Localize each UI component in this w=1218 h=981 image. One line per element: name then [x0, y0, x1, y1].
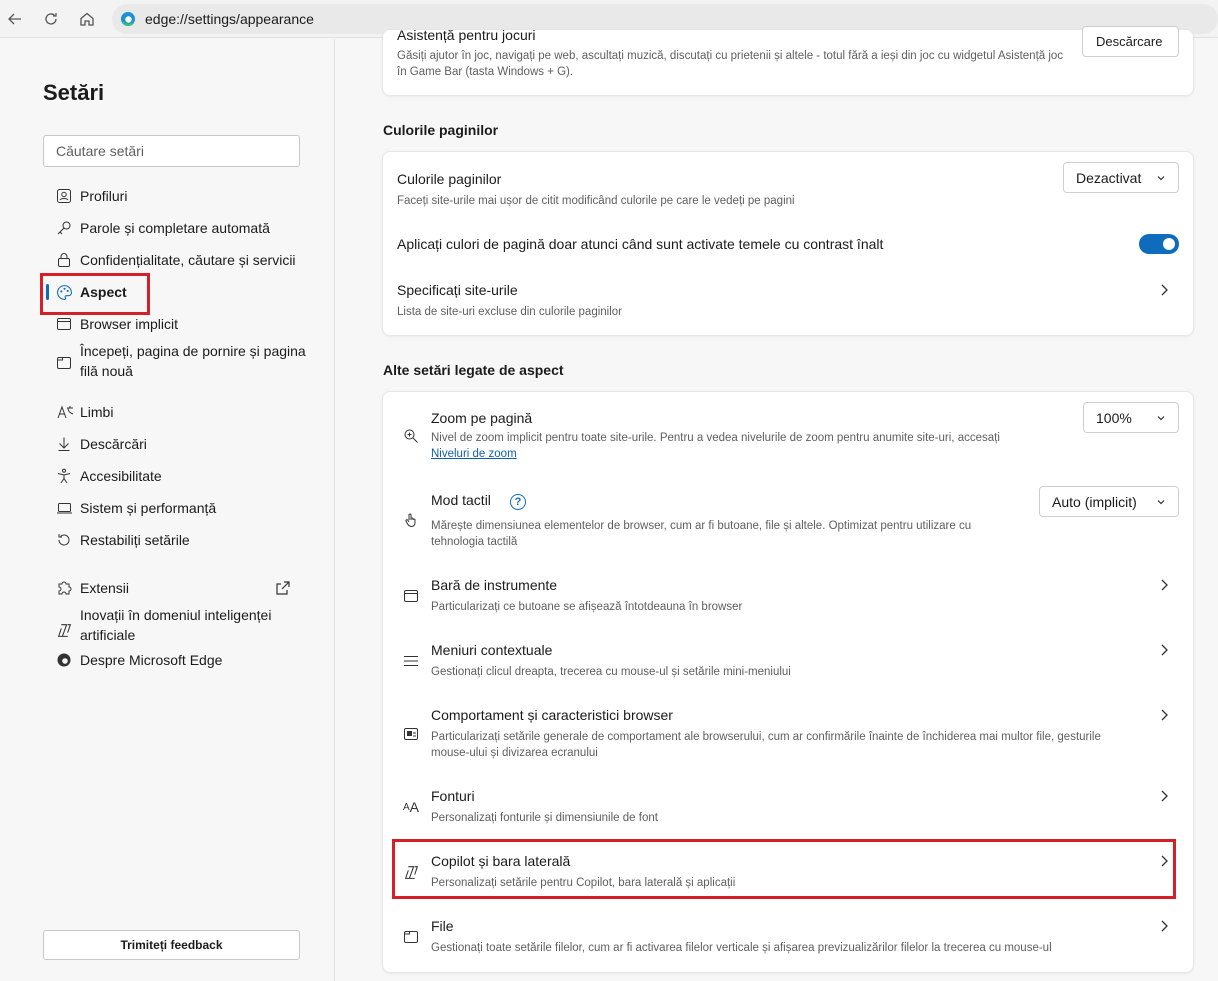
toolbar-icon	[401, 586, 421, 606]
page-colors-dropdown[interactable]: Dezactivat	[1063, 162, 1179, 193]
zoom-desc: Nivel de zoom implicit pentru toate site…	[431, 432, 1000, 460]
sidebar-item-languages[interactable]: Limbi	[50, 402, 310, 422]
settings-content: Asistență pentru jocuri Găsiți ajutor în…	[336, 26, 1218, 981]
gaming-assist-title: Asistență pentru jocuri	[397, 27, 536, 43]
zoom-dropdown[interactable]: 100%	[1083, 402, 1179, 433]
browser-icon	[50, 314, 80, 334]
specify-sites-title[interactable]: Specificați site-urile	[397, 282, 518, 298]
laptop-icon	[50, 498, 80, 518]
chevron-down-icon	[1157, 500, 1165, 505]
highlight-box-aspect	[40, 273, 150, 315]
tabs-desc: Gestionați toate setările filelor, cum a…	[431, 942, 1052, 954]
sidebar-item-accessibility[interactable]: Accesibilitate	[50, 466, 310, 486]
external-link-icon[interactable]	[275, 580, 291, 596]
gaming-assist-card: Asistență pentru jocuri Găsiți ajutor în…	[382, 26, 1194, 96]
highlight-box-copilot	[392, 839, 1176, 899]
browser-behavior-title[interactable]: Comportament și caracteristici browser	[431, 707, 673, 723]
settings-sidebar: Setări Profiluri Parole și completare au…	[0, 39, 335, 981]
profile-icon	[50, 186, 80, 206]
zoom-title: Zoom pe pagină	[431, 410, 533, 426]
sidebar-item-passwords[interactable]: Parole și completare automată	[50, 218, 310, 238]
fonts-desc: Personalizați fonturile și dimensiunile …	[431, 812, 658, 824]
zoom-icon	[401, 426, 421, 446]
context-menus-desc: Gestionați clicul dreapta, trecerea cu m…	[431, 666, 791, 678]
edge-logo-icon	[121, 12, 135, 26]
chevron-down-icon	[1157, 176, 1165, 181]
page-colors-desc: Faceți site-urile mai ușor de citit modi…	[397, 195, 795, 207]
page-colors-title: Culorile paginilor	[397, 171, 502, 187]
menu-lines-icon	[401, 651, 421, 671]
puzzle-icon	[50, 578, 80, 598]
gaming-assist-desc: Găsiți ajutor în joc, navigați pe web, a…	[397, 50, 1064, 78]
sidebar-item-ai-innovations[interactable]: Inovații în domeniul inteligenței artifi…	[50, 605, 310, 645]
download-icon	[50, 434, 80, 454]
zoom-levels-link[interactable]: Niveluri de zoom	[431, 448, 517, 460]
back-arrow-icon	[8, 13, 21, 25]
copilot-icon	[50, 605, 80, 645]
specify-sites-desc: Lista de site-uri excluse din culorile p…	[397, 306, 623, 318]
sidebar-item-system-performance[interactable]: Sistem și performanță	[50, 498, 310, 518]
settings-title: Setări	[43, 80, 105, 105]
page-colors-value: Dezactivat	[1076, 169, 1142, 186]
context-menus-title[interactable]: Meniuri contextuale	[431, 642, 552, 658]
chevron-right-icon[interactable]	[1158, 708, 1170, 722]
back-button[interactable]	[2, 6, 28, 32]
language-icon	[50, 402, 80, 422]
other-appearance-section-title: Alte setări legate de aspect	[383, 362, 564, 378]
sidebar-item-privacy[interactable]: Confidențialitate, căutare și servicii	[50, 250, 310, 270]
touch-mode-title: Mod tactil	[431, 492, 491, 508]
chevron-down-icon	[1157, 416, 1165, 421]
toolbar-title[interactable]: Bară de instrumente	[431, 577, 557, 593]
search-input[interactable]	[44, 136, 299, 166]
reset-icon	[50, 530, 80, 550]
edge-icon	[50, 650, 80, 670]
page-colors-card: Culorile paginilor Faceți site-urile mai…	[382, 151, 1194, 336]
high-contrast-toggle[interactable]	[1139, 234, 1179, 254]
home-tab-icon	[50, 341, 80, 377]
sidebar-item-about-edge[interactable]: Despre Microsoft Edge	[50, 650, 310, 670]
browser-behavior-desc: Particularizați setările generale de com…	[431, 731, 1101, 759]
home-button[interactable]	[74, 6, 100, 32]
chevron-right-icon[interactable]	[1158, 919, 1170, 933]
high-contrast-only-title: Aplicați culori de pagină doar atunci câ…	[397, 236, 884, 252]
fonts-title[interactable]: Fonturi	[431, 788, 475, 804]
accessibility-icon	[50, 466, 80, 486]
chevron-right-icon[interactable]	[1158, 283, 1170, 297]
touch-mode-desc: Mărește dimensiunea elementelor de brows…	[431, 520, 972, 548]
refresh-icon	[45, 13, 57, 25]
font-size-icon: AA	[402, 799, 419, 815]
key-icon	[50, 218, 80, 238]
sidebar-item-start-home-newtab[interactable]: Începeți, pagina de pornire și pagina fi…	[50, 341, 310, 381]
browser-behavior-icon	[401, 724, 421, 744]
touch-mode-dropdown[interactable]: Auto (implicit)	[1039, 486, 1179, 517]
chevron-right-icon[interactable]	[1158, 789, 1170, 803]
page-colors-section-title: Culorile paginilor	[383, 122, 499, 138]
search-settings-box[interactable]	[43, 135, 300, 167]
tabs-title[interactable]: File	[431, 918, 454, 934]
chevron-right-icon[interactable]	[1158, 643, 1170, 657]
chevron-right-icon[interactable]	[1158, 578, 1170, 592]
toolbar-desc: Particularizați ce butoane se afișează î…	[431, 601, 743, 613]
lock-icon	[50, 250, 80, 270]
help-icon[interactable]: ?	[510, 494, 526, 510]
sidebar-item-default-browser[interactable]: Browser implicit	[50, 314, 310, 334]
touch-mode-value: Auto (implicit)	[1052, 493, 1137, 510]
download-button[interactable]: Descărcare	[1082, 26, 1179, 57]
sidebar-item-downloads[interactable]: Descărcări	[50, 434, 310, 454]
send-feedback-button[interactable]: Trimiteți feedback	[43, 930, 300, 960]
refresh-button[interactable]	[38, 6, 64, 32]
sidebar-item-extensions[interactable]: Extensii	[50, 578, 310, 598]
touch-icon	[401, 510, 421, 530]
zoom-value: 100%	[1096, 409, 1132, 426]
sidebar-item-profiles[interactable]: Profiluri	[50, 186, 310, 206]
tab-icon	[401, 927, 421, 947]
home-icon	[80, 12, 94, 26]
sidebar-item-reset-settings[interactable]: Restabiliți setările	[50, 530, 310, 550]
url-text: edge://settings/appearance	[145, 11, 314, 27]
